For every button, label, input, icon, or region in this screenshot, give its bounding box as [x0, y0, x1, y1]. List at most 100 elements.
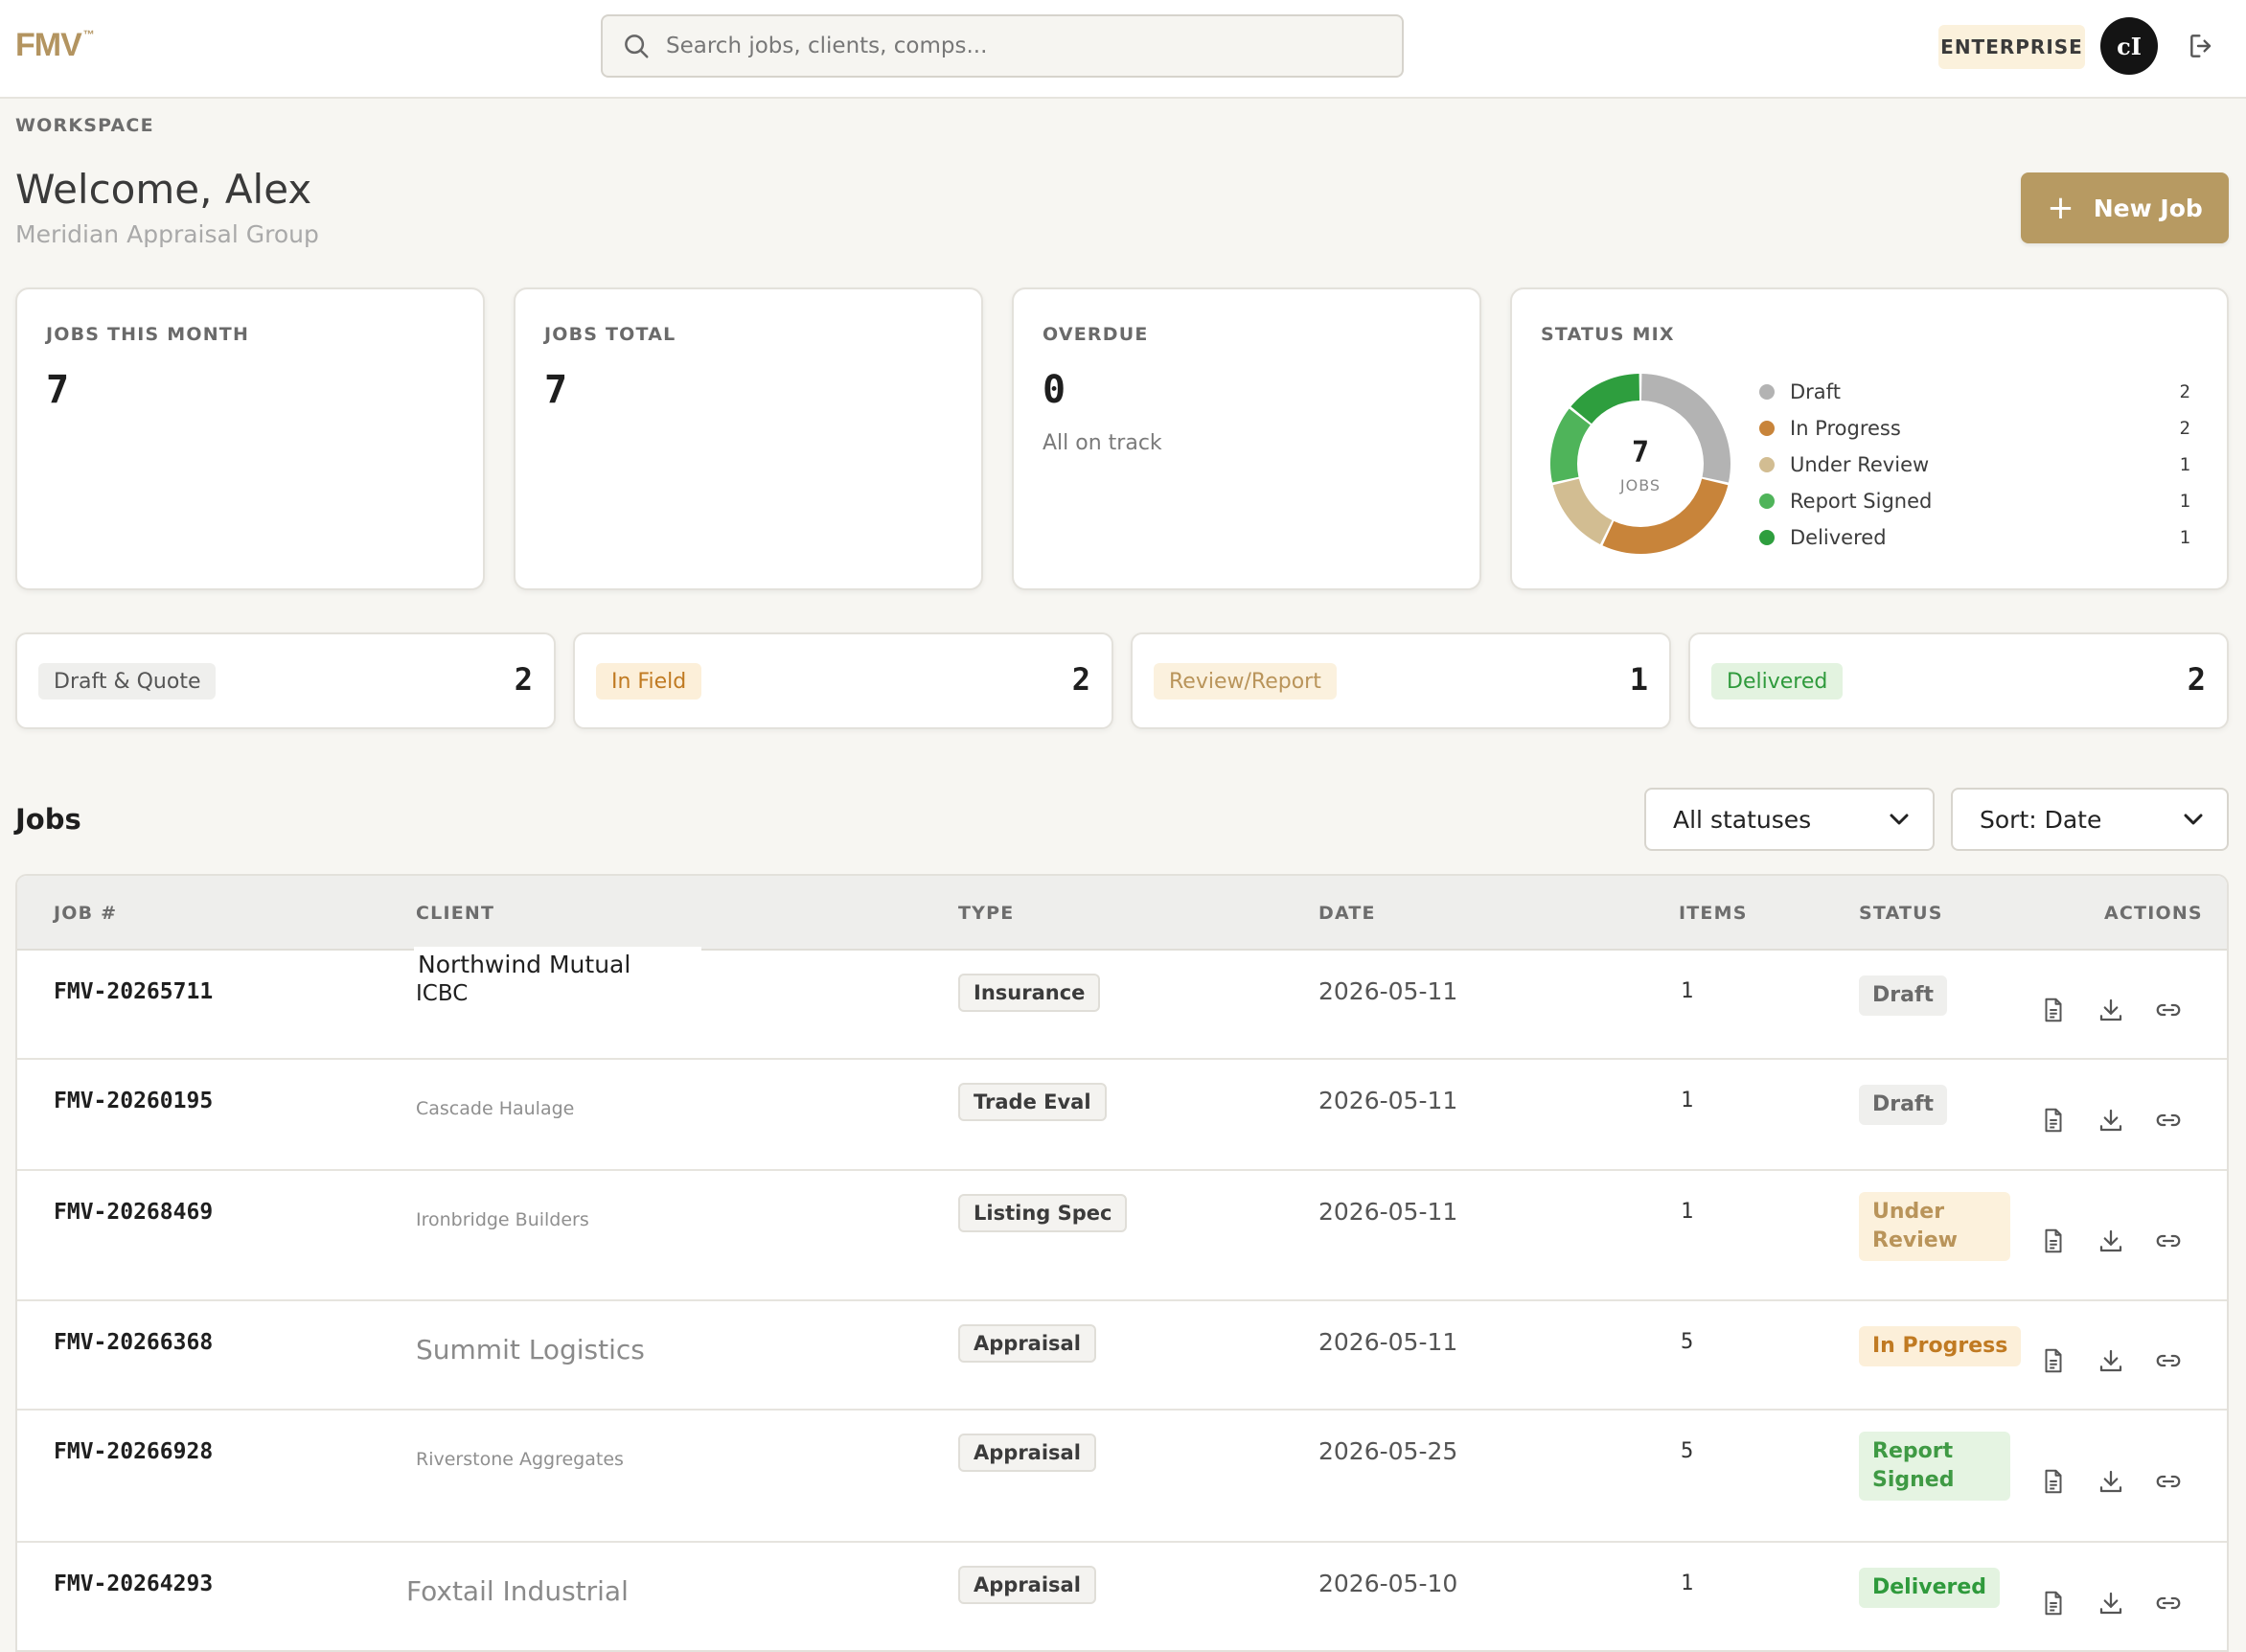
download-icon[interactable] [2097, 1346, 2125, 1375]
job-status: Draft [1859, 1085, 1948, 1125]
donut-slice-draft [1640, 374, 1730, 483]
status-badge: In Progress [1859, 1326, 2022, 1366]
stage-label: Delivered [1711, 663, 1844, 700]
stage-count: 2 [514, 661, 533, 698]
app-logo[interactable]: FMV ™ [15, 27, 95, 64]
logout-icon[interactable] [2187, 31, 2217, 61]
legend-name: Report Signed [1790, 490, 1933, 513]
job-type: Listing Spec [958, 1194, 1128, 1232]
download-icon[interactable] [2097, 1589, 2125, 1618]
legend-count: 1 [2179, 491, 2190, 512]
status-badge: Draft [1859, 975, 1948, 1016]
item-count: 1 [1681, 1572, 1694, 1595]
legend-count: 1 [2179, 527, 2190, 548]
link-icon[interactable] [2154, 1589, 2183, 1618]
link-icon[interactable] [2154, 1346, 2183, 1375]
job-type: Trade Eval [958, 1083, 1107, 1121]
column-header-date[interactable]: DATE [1318, 903, 1376, 924]
document-icon[interactable] [2039, 1589, 2068, 1618]
stat-value: 7 [46, 368, 70, 412]
download-icon[interactable] [2097, 1106, 2125, 1135]
link-icon[interactable] [2154, 1227, 2183, 1255]
job-number[interactable]: FMV-20266368 [54, 1330, 213, 1355]
client-name[interactable]: Foxtail Industrial [406, 1575, 629, 1607]
search-box[interactable] [601, 14, 1404, 78]
job-number[interactable]: FMV-20265711 [54, 979, 213, 1004]
client-name-overlay: Northwind Mutual [414, 947, 701, 985]
search-input[interactable] [666, 34, 1394, 58]
client-name[interactable]: Summit Logistics [416, 1334, 645, 1365]
job-number[interactable]: FMV-20268469 [54, 1200, 213, 1225]
job-date: 2026-05-11 [1318, 1087, 1458, 1114]
client-name[interactable]: Ironbridge Builders [416, 1209, 589, 1230]
job-number[interactable]: FMV-20264293 [54, 1572, 213, 1596]
legend-item: Delivered 1 [1759, 519, 2190, 556]
stage-card-review-report[interactable]: Review/Report 1 [1131, 632, 1671, 729]
document-icon[interactable] [2039, 996, 2068, 1024]
table-row[interactable]: FMV-20266368 Summit Logistics Appraisal … [17, 1301, 2227, 1411]
row-actions [2039, 1346, 2183, 1375]
status-filter-select[interactable]: All statuses [1644, 788, 1935, 851]
sort-select[interactable]: Sort: Date [1951, 788, 2229, 851]
status-donut-chart: 7 JOBS [1550, 374, 1730, 554]
column-header-type[interactable]: TYPE [958, 903, 1014, 924]
job-status: Draft [1859, 975, 1948, 1016]
download-icon[interactable] [2097, 996, 2125, 1024]
stat-label: OVERDUE [1043, 324, 1149, 345]
job-type: Appraisal [958, 1324, 1096, 1363]
status-badge: Under Review [1859, 1192, 2010, 1261]
column-header-actions: ACTIONS [2104, 903, 2203, 924]
job-status: In Progress [1859, 1326, 2022, 1366]
client-name[interactable]: ICBC [416, 981, 468, 1006]
table-row[interactable]: FMV-20268469 Ironbridge Builders Listing… [17, 1171, 2227, 1301]
table-row[interactable]: FMV-20265711 Northwind Mutual ICBC Insur… [17, 947, 2227, 1060]
logo-trademark: ™ [82, 27, 95, 41]
job-status: Delivered [1859, 1568, 2001, 1608]
job-type: Appraisal [958, 1566, 1096, 1604]
row-actions [2039, 1467, 2183, 1496]
organization-name: Meridian Appraisal Group [15, 220, 319, 248]
table-row[interactable]: FMV-20266928 Riverstone Aggregates Appra… [17, 1411, 2227, 1543]
job-number[interactable]: FMV-20260195 [54, 1089, 213, 1113]
link-icon[interactable] [2154, 1467, 2183, 1496]
column-header-job[interactable]: JOB # [54, 903, 117, 924]
document-icon[interactable] [2039, 1227, 2068, 1255]
item-count: 1 [1681, 1200, 1694, 1224]
stage-card-delivered[interactable]: Delivered 2 [1688, 632, 2229, 729]
document-icon[interactable] [2039, 1106, 2068, 1135]
item-count: 5 [1681, 1330, 1694, 1354]
new-job-button[interactable]: + New Job [2021, 172, 2229, 243]
chevron-down-icon [2184, 814, 2203, 825]
column-header-client[interactable]: CLIENT [416, 903, 494, 924]
page-title: Welcome, Alex [15, 166, 312, 213]
client-name[interactable]: Cascade Haulage [416, 1098, 574, 1119]
document-icon[interactable] [2039, 1467, 2068, 1496]
link-icon[interactable] [2154, 1106, 2183, 1135]
type-pill: Appraisal [958, 1566, 1096, 1604]
status-badge: Draft [1859, 1085, 1948, 1125]
user-avatar[interactable]: cI [2100, 17, 2158, 75]
legend-name: Delivered [1790, 526, 1887, 549]
donut-center-label: JOBS [1619, 476, 1661, 494]
link-icon[interactable] [2154, 996, 2183, 1024]
column-header-status[interactable]: STATUS [1859, 903, 1943, 924]
client-name[interactable]: Riverstone Aggregates [416, 1449, 624, 1470]
job-date: 2026-05-11 [1318, 977, 1458, 1005]
legend-name: Under Review [1790, 453, 1930, 476]
job-type: Appraisal [958, 1434, 1096, 1472]
job-number[interactable]: FMV-20266928 [54, 1439, 213, 1464]
legend-name: In Progress [1790, 417, 1901, 440]
legend-item: Draft 2 [1759, 374, 2190, 410]
legend-item: Report Signed 1 [1759, 483, 2190, 519]
status-badge: Report Signed [1859, 1432, 2010, 1501]
document-icon[interactable] [2039, 1346, 2068, 1375]
download-icon[interactable] [2097, 1467, 2125, 1496]
stage-count: 2 [1071, 661, 1090, 698]
download-icon[interactable] [2097, 1227, 2125, 1255]
table-row[interactable]: FMV-20264293 Foxtail Industrial Appraisa… [17, 1543, 2227, 1650]
stage-card-draft-quote[interactable]: Draft & Quote 2 [15, 632, 556, 729]
stat-value: 7 [544, 368, 568, 412]
stage-card-in-field[interactable]: In Field 2 [573, 632, 1113, 729]
column-header-items[interactable]: ITEMS [1679, 903, 1748, 924]
table-row[interactable]: FMV-20260195 Cascade Haulage Trade Eval … [17, 1060, 2227, 1171]
